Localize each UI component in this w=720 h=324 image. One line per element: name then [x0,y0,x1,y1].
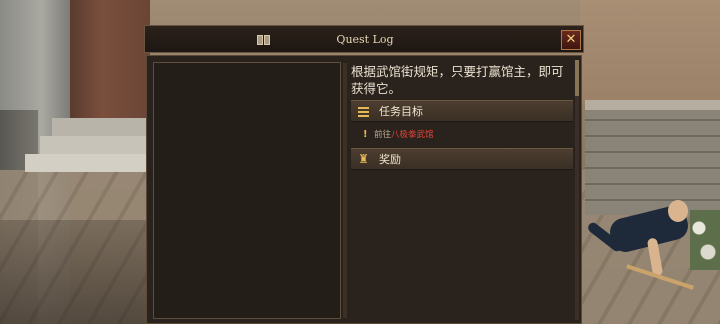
objective-prefix: 前往 [374,130,392,140]
quest-description: 根据武馆街规矩，只要打赢馆主，即可获得它。 [351,64,564,96]
character-head [668,200,688,222]
objectives-section-label: 任务目标 [379,105,423,118]
background-step [52,118,147,136]
background-step [40,136,148,154]
quest-log-body: 根据武馆街规矩，只要打赢馆主，即可获得它。 任务目标 ! 前往八极拳武馆 ♜ 奖励 [146,55,582,324]
quest-log-titlebar: Quest Log ✕ [144,25,584,53]
exclamation-icon: ! [363,129,368,140]
close-icon: ✕ [565,32,577,47]
quest-detail-panel[interactable]: 根据武馆街规矩，只要打赢馆主，即可获得它。 任务目标 ! 前往八极拳武馆 ♜ 奖励 [349,59,577,322]
scrollbar-thumb[interactable] [575,60,579,96]
trophy-icon: ♜ [358,152,369,166]
objective-target: 八极拳武馆 [391,130,434,140]
objective-item: ! 前往八极拳武馆 [363,127,434,143]
background-flowers [690,210,720,270]
background-floor-shadow [0,220,150,324]
window-title: Quest Log [336,33,394,46]
objectives-section-header[interactable]: 任务目标 [351,100,573,122]
detail-scrollbar[interactable] [575,60,579,320]
rewards-section-header[interactable]: ♜ 奖励 [351,148,573,170]
background-building-wall [580,0,720,105]
background-door [70,0,150,125]
quest-list-panel[interactable] [153,62,347,319]
list-icon [358,107,369,117]
background-low-stone-wall [585,110,720,215]
rewards-section-label: 奖励 [379,153,401,166]
close-button[interactable]: ✕ [561,30,581,50]
background-step [25,154,147,172]
quest-log-window: Quest Log ✕ 根据武馆街规矩，只要打赢馆主，即可获得它。 任务目标 !… [144,25,584,324]
